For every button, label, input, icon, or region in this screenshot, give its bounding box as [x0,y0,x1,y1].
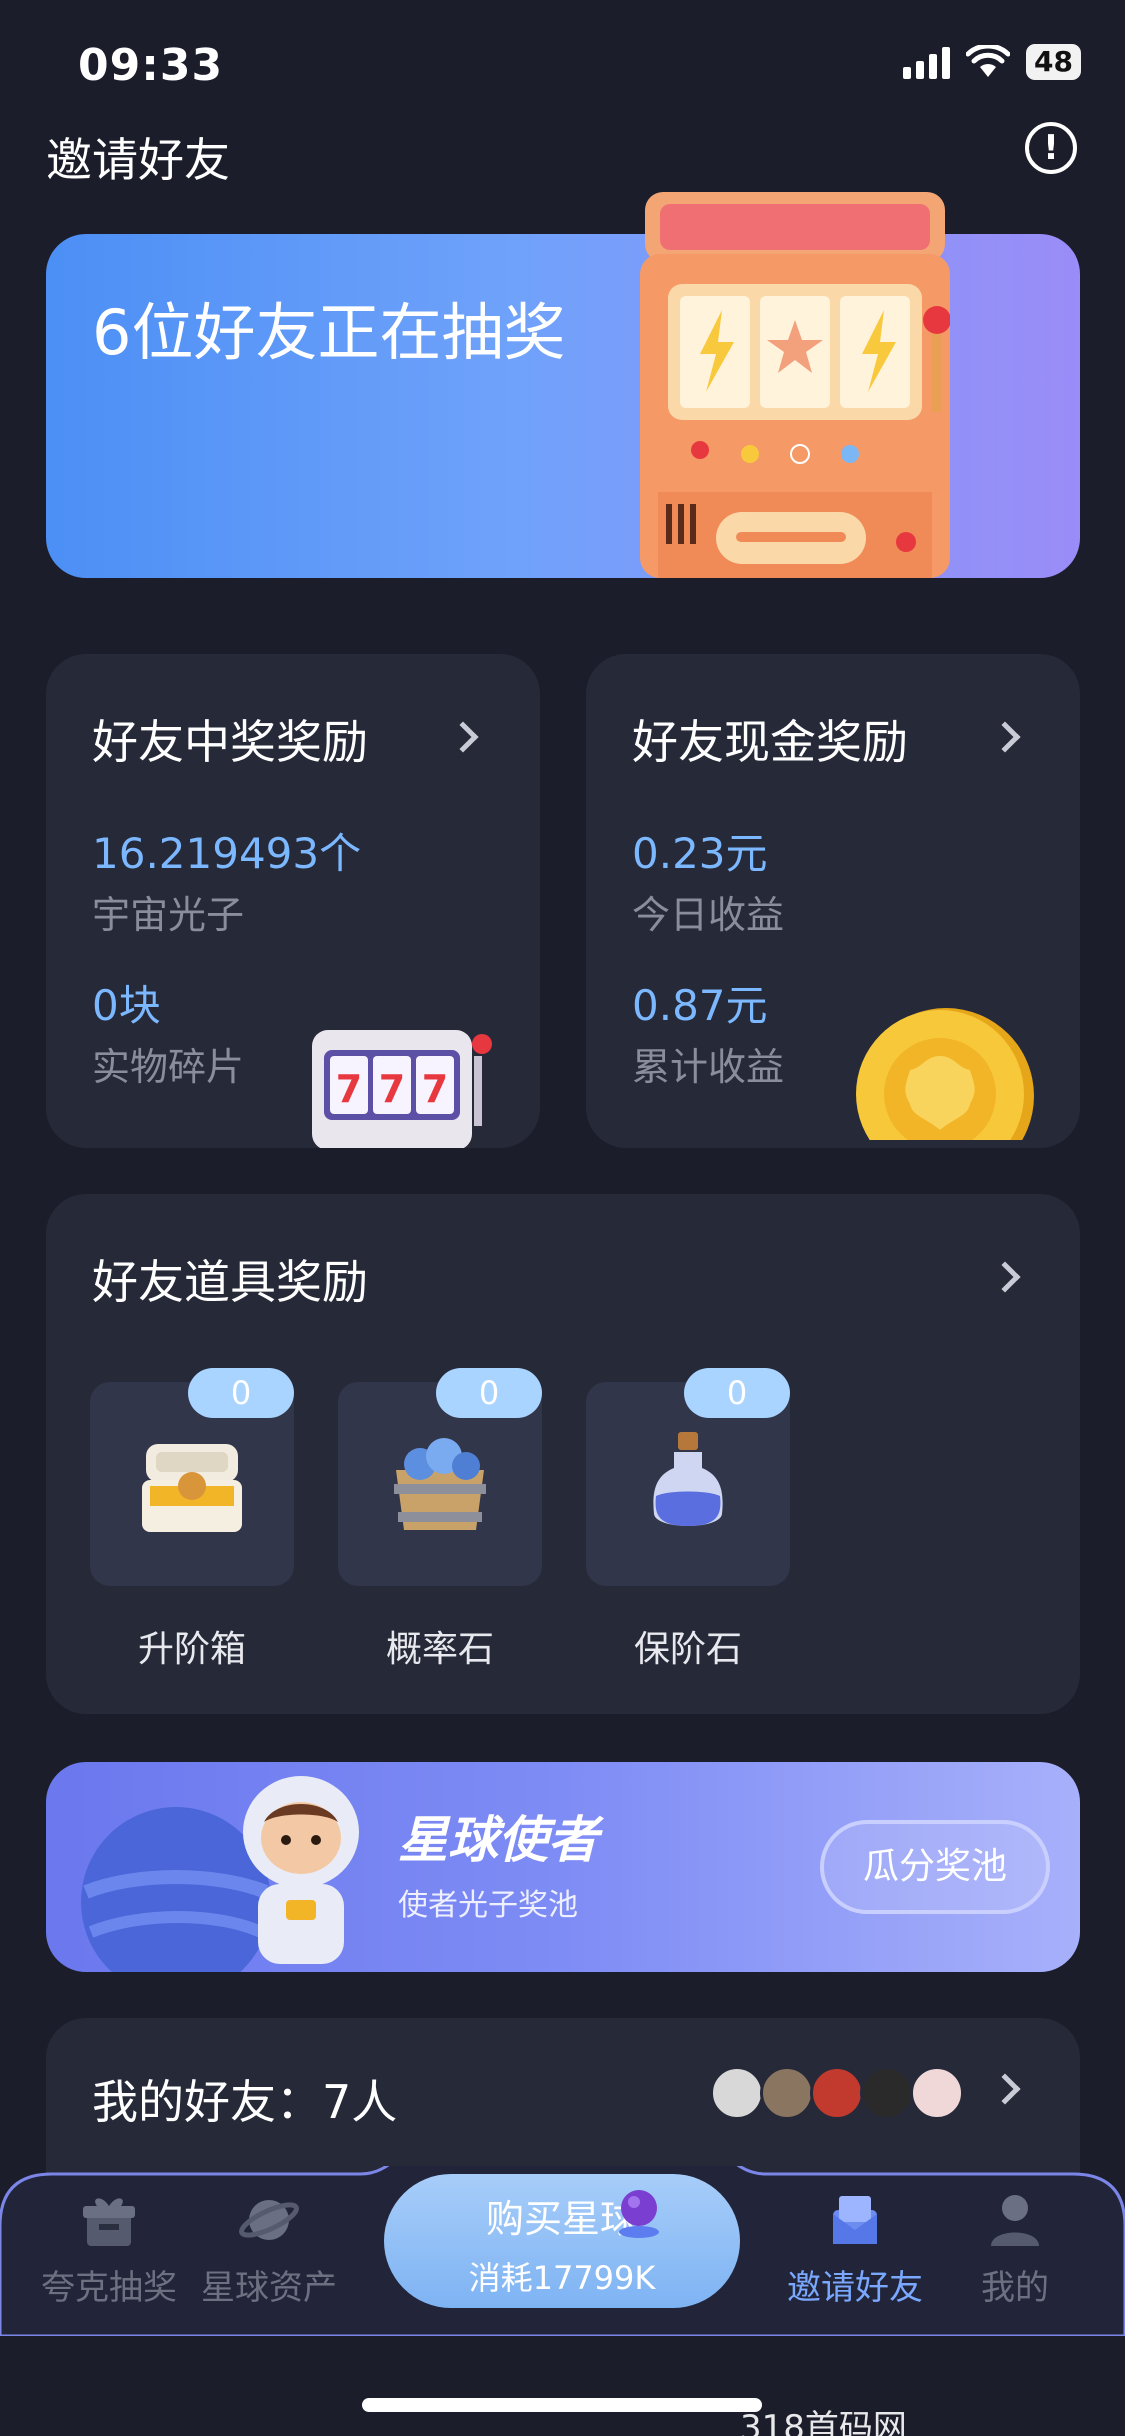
signal-icon [903,45,951,79]
tab-label: 夸克抽奖 [41,2268,177,2308]
tab-assets[interactable]: 星球资产 [184,2190,354,2309]
fragment-label: 实物碎片 [92,1045,245,1089]
ambassador-subtitle: 使者光子奖池 [398,1888,578,1923]
tab-label: 我的 [981,2268,1049,2308]
envelope-icon [833,2196,877,2244]
astronaut-icon [243,1776,359,1964]
gift-icon [83,2198,135,2246]
tab-invite[interactable]: 邀请好友 [770,2190,940,2309]
total-label: 累计收益 [632,1045,785,1089]
photon-label: 宇宙光子 [92,893,245,937]
buy-planet-button[interactable]: 购买星球 消耗17799K [384,2174,740,2308]
banner-title: 6位好友正在抽奖 [92,296,566,369]
share-pool-button[interactable]: 瓜分奖池 [820,1820,1050,1914]
slot-machine-icon [640,192,950,578]
tab-label: 星球资产 [201,2268,337,2308]
tab-label: 邀请好友 [787,2268,923,2308]
treasure-chest-icon [142,1444,242,1532]
battery-icon: 48 [1026,44,1081,80]
cash-reward-title: 好友现金奖励 [632,715,908,769]
avatar [710,2066,764,2120]
friend-avatars [710,2066,964,2120]
avatar [860,2066,914,2120]
purple-planet-icon [619,2190,659,2238]
today-label: 今日收益 [632,893,785,937]
status-icons: 48 [903,44,1081,80]
buy-planet-title: 购买星球 [485,2197,638,2241]
ambassador-title: 星球使者 [398,1811,598,1869]
svg-text:7: 7 [422,1067,448,1111]
avatar [760,2066,814,2120]
prop-label: 升阶箱 [137,1629,246,1670]
stone-bucket-icon [394,1438,486,1530]
svg-text:7: 7 [379,1067,405,1111]
home-indicator [362,2398,762,2412]
tab-lottery[interactable]: 夸克抽奖 [24,2190,194,2309]
prop-count-badge: 0 [684,1368,790,1418]
buy-planet-cost: 消耗17799K [468,2259,656,2297]
person-icon [991,2195,1039,2246]
prop-label: 保阶石 [633,1629,742,1670]
svg-text:7: 7 [336,1067,362,1111]
watermark: 318首码网 www.e318.com [740,2408,907,2436]
total-value: 0.87元 [632,981,768,1030]
prop-label: 概率石 [385,1629,494,1670]
tab-mine[interactable]: 我的 [930,2190,1100,2309]
avatar [910,2066,964,2120]
prop-count-badge: 0 [436,1368,542,1418]
prize-reward-title: 好友中奖奖励 [92,715,368,769]
prop-count-badge: 0 [188,1368,294,1418]
fragment-value: 0块 [92,981,161,1030]
today-value: 0.23元 [632,829,768,878]
my-friends-label: 我的好友：7人 [92,2075,398,2129]
slot-777-icon: 7 7 7 [312,1030,492,1148]
gold-coin-icon [856,1008,1034,1140]
props-reward-title: 好友道具奖励 [92,1255,368,1309]
page-title: 邀请好友 [46,133,230,187]
info-icon[interactable]: ! [1025,122,1077,174]
planet-icon [239,2200,299,2240]
avatar [810,2066,864,2120]
wifi-icon [966,45,1011,77]
bottle-icon [653,1432,723,1526]
status-time: 09:33 [78,40,224,91]
photon-value: 16.219493个 [92,829,362,878]
